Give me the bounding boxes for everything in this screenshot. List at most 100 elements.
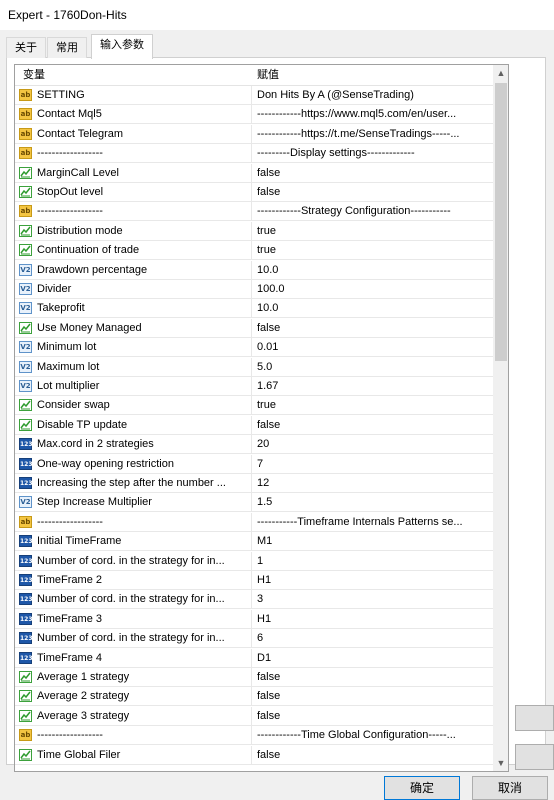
vertical-scrollbar[interactable]: ▲ ▼ [493,65,508,771]
param-name: TimeFrame 2 [37,574,102,586]
param-value[interactable]: false [257,687,489,705]
param-value[interactable]: 1.5 [257,493,489,511]
param-value[interactable]: 0.01 [257,338,489,356]
column-divider [251,377,252,395]
table-row[interactable]: Continuation of trade true [15,241,493,261]
scroll-thumb[interactable] [495,83,507,361]
param-value[interactable]: 6 [257,629,489,647]
table-row[interactable]: Average 3 strategy false [15,706,493,726]
table-row[interactable]: Time Global Filer false [15,745,493,765]
param-name: ------------------ [37,205,103,218]
boolean-type-icon [19,748,32,761]
column-divider [251,745,252,764]
table-row[interactable]: MarginCall Level false [15,163,493,183]
table-row[interactable]: 123 Number of cord. in the strategy for i… [15,551,493,571]
table-row[interactable]: 123 One-way opening restriction 7 [15,454,493,474]
table-row[interactable]: Consider swap true [15,396,493,416]
table-row[interactable]: 123 Initial TimeFrame M1 [15,532,493,552]
param-value[interactable]: H1 [257,571,489,589]
param-value[interactable]: ------------Strategy Configuration------… [257,202,489,220]
param-value[interactable]: 5.0 [257,358,489,376]
table-row[interactable]: 123 Number of cord. in the strategy for i… [15,629,493,649]
param-value[interactable]: 20 [257,435,489,453]
boolean-type-icon [19,690,32,703]
table-row[interactable]: V2 Step Increase Multiplier 1.5 [15,493,493,513]
column-divider [251,124,252,143]
param-name: ------------------ [37,147,103,160]
param-value[interactable]: H1 [257,610,489,628]
param-value[interactable]: 7 [257,455,489,473]
table-row[interactable]: V2 Divider 100.0 [15,280,493,299]
param-value[interactable]: 100.0 [257,280,489,298]
table-row[interactable]: 123 Number of cord. in the strategy for i… [15,590,493,610]
param-name: Initial TimeFrame [37,535,122,548]
table-row[interactable]: ab Contact Mql5 ------------https://www.mq… [15,105,493,125]
table-row[interactable]: 123 Increasing the step after the number … [15,474,493,493]
param-value[interactable]: ---------Display settings------------- [257,144,489,162]
table-row[interactable]: 123 Max.cord in 2 strategies 20 [15,435,493,455]
header-value[interactable]: 赋值 [257,65,279,85]
column-divider [251,415,252,434]
scroll-down-icon[interactable]: ▼ [493,755,508,771]
param-value[interactable]: -----------Timeframe Internals Patterns … [257,513,489,531]
ok-button[interactable]: 确定 [384,776,460,800]
tab-inputs[interactable]: 输入参数 [91,34,153,59]
param-value[interactable]: 12 [257,474,489,492]
param-value[interactable]: 3 [257,590,489,608]
header-variable[interactable]: 变量 [23,65,45,85]
table-row[interactable]: Average 2 strategy false [15,687,493,707]
param-value[interactable]: false [257,319,489,337]
param-value[interactable]: true [257,396,489,414]
param-name: Increasing the step after the number ... [37,477,226,489]
param-value[interactable]: Don Hits By A (@SenseTrading) [257,86,489,104]
table-row[interactable]: Use Money Managed false [15,318,493,338]
param-value[interactable]: false [257,746,489,764]
table-row[interactable]: Average 1 strategy false [15,668,493,687]
table-row[interactable]: V2 Drawdown percentage 10.0 [15,260,493,280]
param-value[interactable]: M1 [257,532,489,550]
param-value[interactable]: ------------Time Global Configuration---… [257,726,489,744]
table-row[interactable]: 123 TimeFrame 3 H1 [15,609,493,629]
table-row[interactable]: ab ------------------ ------------Strategy… [15,202,493,222]
param-value[interactable]: 1.67 [257,377,489,395]
side-button-upper[interactable] [515,705,554,731]
parameters-list[interactable]: 变量 赋值 ab SETTING Don Hits By A (@SenseTrad… [14,64,509,772]
param-value[interactable]: ------------https://www.mql5.com/en/user… [257,105,489,123]
param-value[interactable]: 10.0 [257,299,489,317]
param-value[interactable]: 10.0 [257,261,489,279]
param-value[interactable]: true [257,241,489,259]
table-row[interactable]: ab ------------------ ---------Display set… [15,144,493,164]
param-name: StopOut level [37,186,104,198]
table-row[interactable]: ab SETTING Don Hits By A (@SenseTrading) [15,86,493,105]
param-value[interactable]: false [257,183,489,201]
param-value[interactable]: D1 [257,649,489,667]
integer-type-icon: 123 [19,593,33,606]
param-value[interactable]: false [257,668,489,686]
param-value[interactable]: false [257,164,489,182]
table-row[interactable]: V2 Takeprofit 10.0 [15,299,493,319]
table-row[interactable]: V2 Maximum lot 5.0 [15,357,493,377]
column-divider [251,280,252,298]
scroll-up-icon[interactable]: ▲ [493,65,508,81]
param-value[interactable]: 1 [257,552,489,570]
param-value[interactable]: true [257,222,489,240]
table-row[interactable]: 123 TimeFrame 4 D1 [15,648,493,668]
table-row[interactable]: ab ------------------ ------------Time Glo… [15,726,493,746]
table-row[interactable]: Disable TP update false [15,415,493,435]
integer-type-icon: 123 [19,477,33,489]
table-row[interactable]: V2 Lot multiplier 1.67 [15,377,493,396]
table-row[interactable]: StopOut level false [15,183,493,202]
param-value[interactable]: false [257,416,489,434]
tab-about[interactable]: 关于 [6,37,46,58]
table-row[interactable]: ab Contact Telegram ------------https://t.… [15,124,493,144]
param-name: Number of cord. in the strategy for in..… [37,632,225,645]
param-value[interactable]: false [257,707,489,725]
table-row[interactable]: Distribution mode true [15,221,493,241]
side-button-lower[interactable] [515,744,554,770]
cancel-button[interactable]: 取消 [472,776,548,800]
tab-common[interactable]: 常用 [47,37,87,58]
table-row[interactable]: 123 TimeFrame 2 H1 [15,571,493,590]
table-row[interactable]: ab ------------------ -----------Timeframe… [15,512,493,532]
param-value[interactable]: ------------https://t.me/SenseTradings--… [257,125,489,143]
table-row[interactable]: V2 Minimum lot 0.01 [15,338,493,358]
